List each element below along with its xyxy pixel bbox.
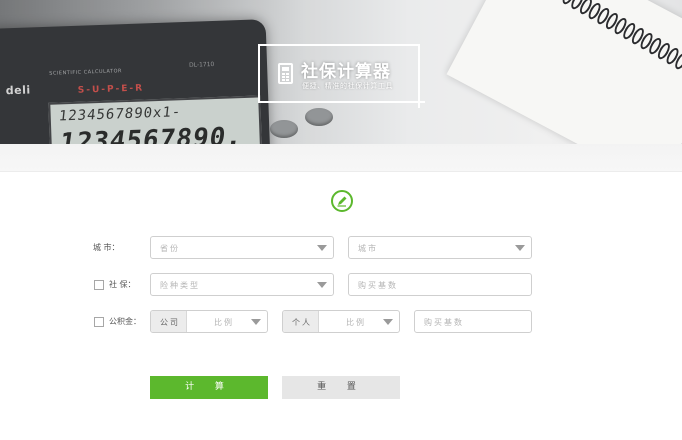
social-base-input[interactable]: 购买基数 (348, 273, 532, 296)
social-security-checkbox[interactable] (94, 280, 104, 290)
personal-ratio-select[interactable]: 个人 比例 (282, 310, 400, 333)
personal-tag: 个人 (283, 311, 319, 332)
insurance-type-select[interactable]: 险种类型 (150, 273, 334, 296)
housing-fund-label: 公积金： (109, 317, 141, 326)
calculator-icon (278, 63, 293, 84)
company-tag: 公司 (151, 311, 187, 332)
city-select[interactable]: 城市 (348, 236, 532, 259)
personal-ratio-placeholder: 比例 (346, 318, 366, 327)
calculate-button[interactable]: 计 算 (150, 376, 268, 399)
chevron-down-icon (251, 319, 261, 325)
page-subtitle: 便捷、精准的社保计算工具 (302, 82, 394, 90)
chevron-down-icon (317, 245, 327, 251)
city-placeholder: 城市 (358, 244, 378, 253)
company-label: 公司 (160, 318, 180, 327)
insurance-type-placeholder: 险种类型 (160, 281, 200, 290)
company-ratio-select[interactable]: 公司 比例 (150, 310, 268, 333)
chevron-down-icon (383, 319, 393, 325)
housing-fund-checkbox[interactable] (94, 317, 104, 327)
chevron-down-icon (317, 282, 327, 288)
edit-icon (331, 190, 353, 212)
social-base-placeholder: 购买基数 (358, 281, 398, 290)
fund-base-placeholder: 购买基数 (424, 318, 464, 327)
company-ratio-placeholder: 比例 (214, 318, 234, 327)
fund-base-input[interactable]: 购买基数 (414, 310, 532, 333)
header-banner: deli SCIENTIFIC CALCULATOR DL-1710 S-U-P… (0, 0, 682, 144)
divider-bar (0, 144, 682, 172)
city-label: 城 市： (93, 243, 120, 252)
province-placeholder: 省份 (160, 244, 180, 253)
page: deli SCIENTIFIC CALCULATOR DL-1710 S-U-P… (0, 0, 682, 440)
personal-label: 个人 (292, 318, 312, 327)
social-security-label: 社 保： (109, 280, 136, 289)
reset-button[interactable]: 重 置 (282, 376, 400, 399)
page-title: 社保计算器 (301, 62, 391, 82)
province-select[interactable]: 省份 (150, 236, 334, 259)
title-box: 社保计算器 便捷、精准的社保计算工具 (258, 44, 425, 108)
chevron-down-icon (515, 245, 525, 251)
